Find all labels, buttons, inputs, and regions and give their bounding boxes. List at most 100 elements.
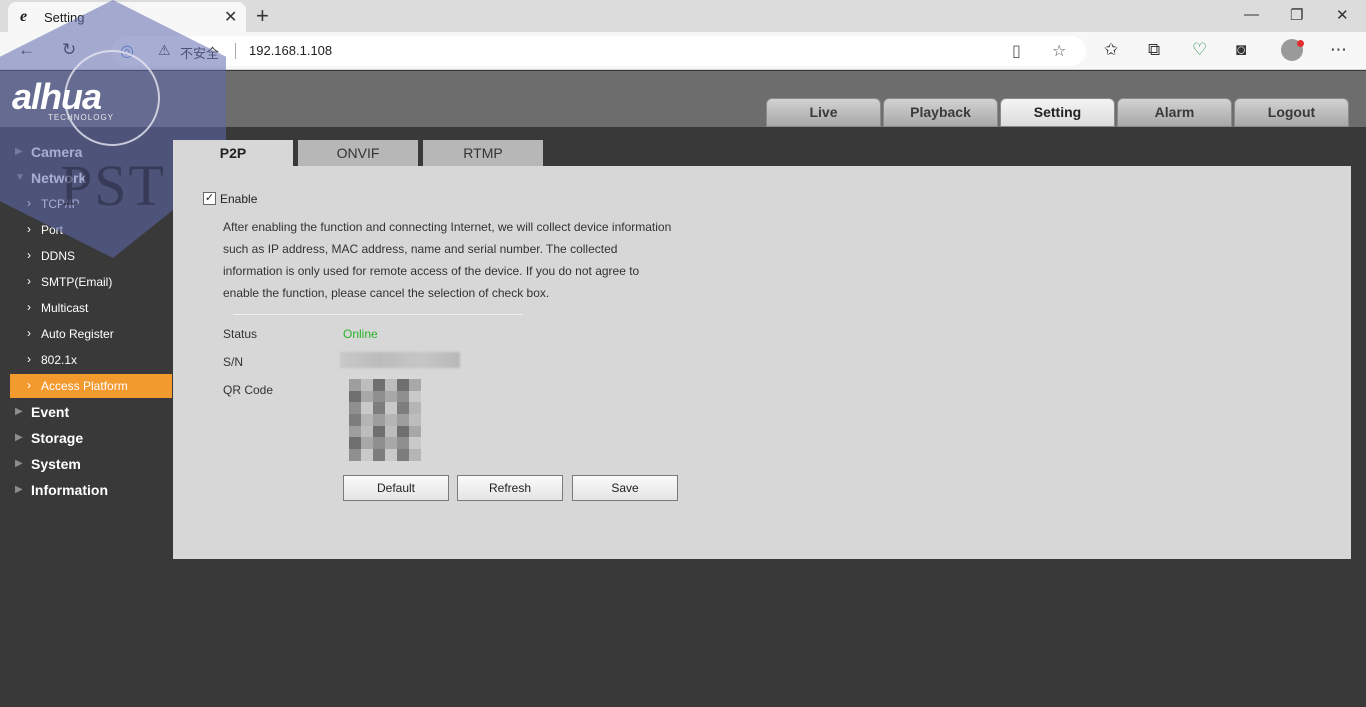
favorites-icon[interactable]: ✩	[1104, 40, 1118, 60]
close-window-icon[interactable]: ✕	[1336, 6, 1349, 24]
refresh-button[interactable]: Refresh	[457, 475, 563, 501]
tab-p2p[interactable]: P2P	[173, 140, 293, 166]
qr-pixel	[361, 402, 373, 415]
qr-pixel	[385, 425, 397, 438]
tab-title: Setting	[44, 10, 85, 25]
qr-pixel	[385, 414, 397, 426]
extension-icon[interactable]: ♡	[1192, 40, 1207, 60]
notification-dot	[1297, 40, 1304, 47]
favorite-star-icon[interactable]: ☆	[1052, 41, 1066, 61]
sidebar-item-label: TCP/IP	[41, 197, 80, 211]
sidebar-item-access-platform[interactable]: › Access Platform	[10, 374, 172, 398]
description-line: such as IP address, MAC address, name an…	[223, 242, 618, 256]
sidebar-group-system[interactable]: ▶ System	[0, 452, 172, 478]
tab-setting[interactable]: Setting	[1000, 98, 1115, 127]
url-text[interactable]: 192.168.1.108	[249, 43, 332, 58]
sidebar-item-label: Multicast	[41, 301, 89, 315]
description-line: information is only used for remote acce…	[223, 264, 640, 278]
sn-value-blurred	[340, 352, 460, 368]
browser-tabstrip: e Setting ✕ + — ❐ ✕	[0, 0, 1366, 32]
warning-icon: ⚠	[158, 42, 171, 58]
chevron-right-icon: ›	[27, 274, 31, 288]
sidebar-group-storage[interactable]: ▶ Storage	[0, 426, 172, 452]
description-line: enable the function, please cancel the s…	[223, 286, 550, 300]
sidebar-item-auto-register[interactable]: › Auto Register	[10, 322, 172, 346]
sidebar-item-multicast[interactable]: › Multicast	[10, 296, 172, 320]
qr-pixel	[397, 449, 409, 461]
reader-view-icon[interactable]: ▯	[1012, 41, 1021, 61]
qr-pixel	[409, 414, 421, 426]
qr-pixel	[349, 390, 361, 403]
qr-pixel	[409, 390, 421, 403]
restore-icon[interactable]: ❐	[1290, 6, 1303, 24]
tab-logout[interactable]: Logout	[1234, 98, 1349, 127]
sidebar-item-8021x[interactable]: › 802.1x	[10, 348, 172, 372]
chevron-right-icon: ›	[27, 326, 31, 340]
qr-pixel	[349, 425, 361, 438]
chevron-right-icon: ›	[27, 300, 31, 314]
qr-pixel	[373, 449, 385, 461]
qr-pixel	[349, 379, 361, 391]
reload-icon[interactable]: ↻	[62, 40, 76, 60]
sidebar-group-event[interactable]: ▶ Event	[0, 400, 172, 426]
save-button[interactable]: Save	[572, 475, 678, 501]
qr-pixel	[349, 402, 361, 415]
sidebar-item-label: Auto Register	[41, 327, 114, 341]
sidebar-group-information[interactable]: ▶ Information	[0, 478, 172, 504]
qr-pixel	[361, 449, 373, 461]
tab-onvif[interactable]: ONVIF	[298, 140, 418, 166]
security-label[interactable]: 不安全	[180, 43, 219, 62]
qr-pixel	[385, 390, 397, 403]
sidebar-group-camera[interactable]: ▶ Camera	[0, 140, 172, 166]
qr-code-label: QR Code	[223, 383, 274, 397]
edge-favicon-icon: e	[20, 8, 28, 25]
sidebar-group-label: Information	[31, 482, 108, 498]
sidebar-item-tcpip[interactable]: › TCP/IP	[10, 192, 172, 216]
sidebar-group-label: Storage	[31, 430, 84, 446]
more-menu-icon[interactable]: ⋯	[1330, 40, 1347, 60]
sidebar-item-label: SMTP(Email)	[41, 275, 113, 289]
tab-playback[interactable]: Playback	[883, 98, 998, 127]
qr-pixel	[385, 402, 397, 415]
ie-mode-icon[interactable]: ◎	[120, 41, 134, 61]
sidebar-item-port[interactable]: › Port	[10, 218, 172, 242]
edge-profile-icon[interactable]: ◙	[1236, 40, 1246, 60]
sidebar-group-network[interactable]: ▼ Network	[0, 166, 172, 192]
expand-arrow-icon: ▶	[15, 484, 23, 495]
enable-checkbox[interactable]: ✓	[203, 192, 216, 205]
qr-pixel	[397, 414, 409, 426]
qr-pixel	[373, 379, 385, 391]
browser-tab[interactable]: e Setting ✕	[8, 2, 246, 32]
tab-alarm[interactable]: Alarm	[1117, 98, 1232, 127]
enable-label[interactable]: Enable	[220, 192, 257, 206]
qr-pixel	[385, 379, 397, 391]
qr-pixel	[409, 402, 421, 415]
qr-pixel	[397, 379, 409, 391]
qr-pixel	[409, 449, 421, 461]
qr-pixel	[397, 390, 409, 403]
qr-pixel	[409, 425, 421, 438]
default-button[interactable]: Default	[343, 475, 449, 501]
sidebar-item-smtp[interactable]: › SMTP(Email)	[10, 270, 172, 294]
sn-label: S/N	[223, 355, 244, 369]
tab-rtmp[interactable]: RTMP	[423, 140, 543, 166]
new-tab-icon[interactable]: +	[256, 3, 269, 29]
back-icon[interactable]: ←	[18, 40, 35, 60]
sidebar-item-ddns[interactable]: › DDNS	[10, 244, 172, 268]
tab-live[interactable]: Live	[766, 98, 881, 127]
close-tab-icon[interactable]: ✕	[224, 7, 237, 27]
status-value: Online	[343, 327, 378, 341]
qr-pixel	[373, 425, 385, 438]
sub-tabs: P2P ONVIF RTMP	[173, 140, 543, 166]
p2p-panel: ✓ Enable After enabling the function and…	[173, 166, 1351, 559]
qr-pixel	[349, 414, 361, 426]
address-bar[interactable]: ◎ ⚠ 不安全 192.168.1.108 ▯ ☆	[112, 36, 1086, 66]
collections-icon[interactable]: ⧉	[1148, 40, 1160, 60]
minimize-icon[interactable]: —	[1244, 6, 1259, 23]
chevron-right-icon: ›	[27, 222, 31, 236]
qr-pixel	[373, 390, 385, 403]
sidebar-item-label: Access Platform	[41, 379, 128, 393]
sidebar-group-label: Event	[31, 404, 70, 420]
browser-toolbar: ← ↻ ◎ ⚠ 不安全 192.168.1.108 ▯ ☆ ✩ ⧉ ♡ ◙ ⋯	[0, 32, 1366, 70]
qr-pixel	[349, 437, 361, 450]
